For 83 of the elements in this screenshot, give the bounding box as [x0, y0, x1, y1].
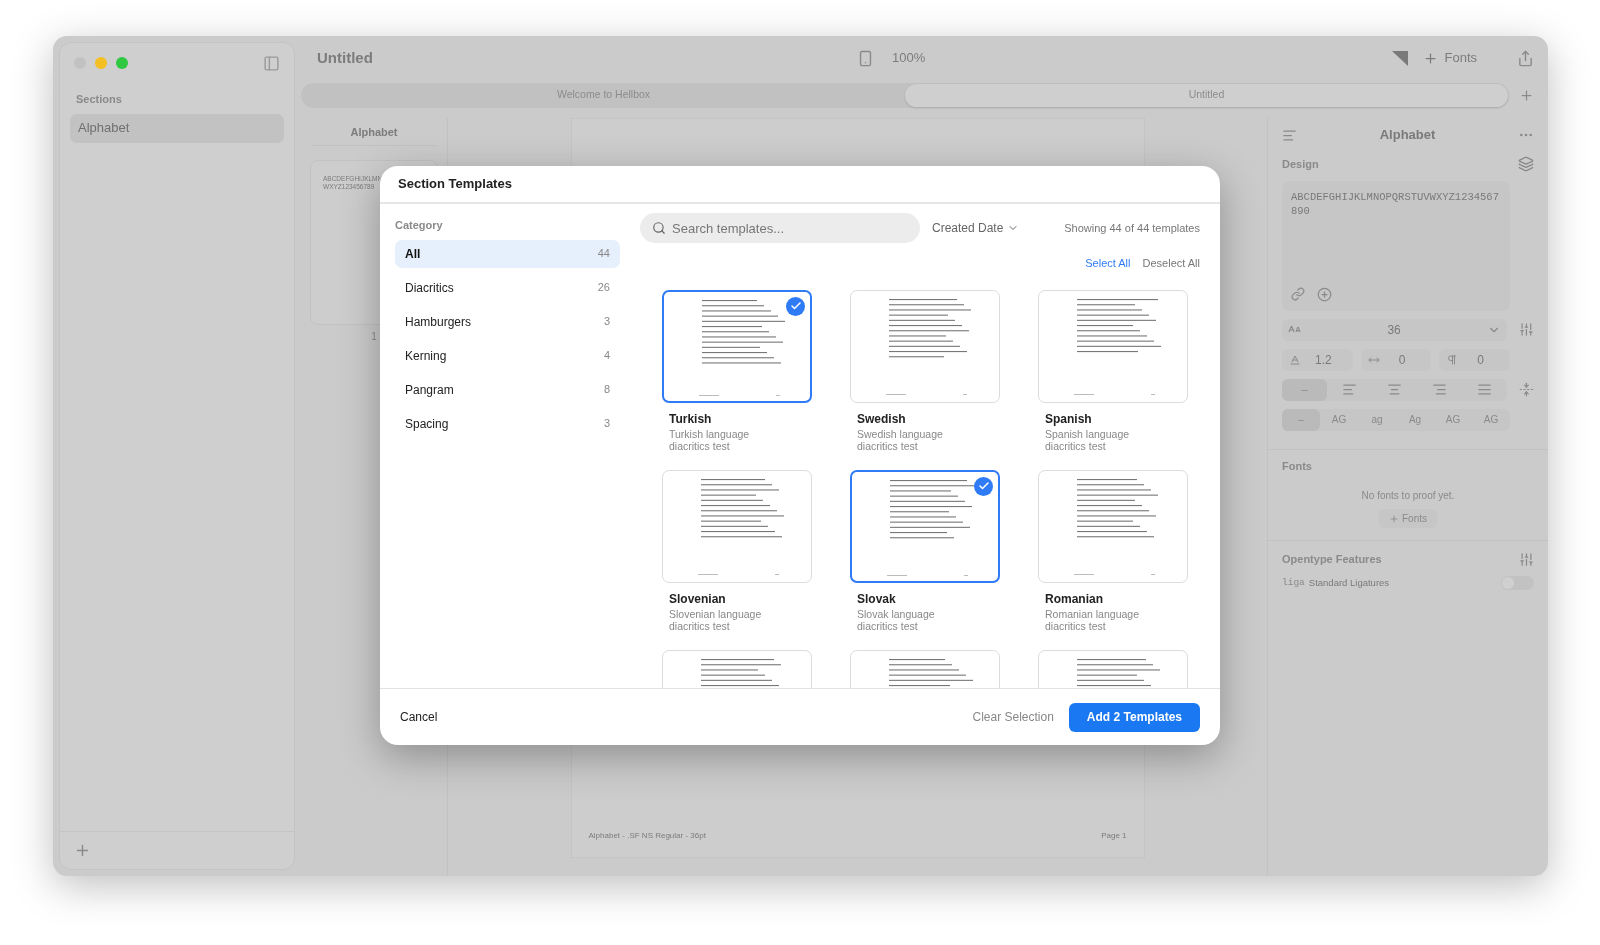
- template-name: Turkish: [669, 410, 713, 428]
- checkmark-icon: [786, 296, 805, 316]
- document-tab[interactable]: Untitled: [905, 83, 1508, 107]
- search-field[interactable]: Search templates...: [640, 213, 920, 243]
- sidebar-toggle-icon[interactable]: [263, 54, 280, 72]
- template-name: Slovak: [857, 590, 897, 608]
- plus-icon: [1423, 50, 1439, 66]
- link-icon[interactable]: [1291, 286, 1305, 301]
- template-name: Romanian: [1045, 590, 1104, 608]
- zoom-window-icon[interactable]: [116, 57, 128, 69]
- font-size-field[interactable]: 36: [1282, 318, 1508, 341]
- add-templates-button[interactable]: Add 2 Templates: [1068, 702, 1200, 732]
- search-icon: [652, 221, 666, 235]
- category-item[interactable]: All 44: [395, 239, 620, 268]
- template-description: Swedish language diacritics test: [857, 427, 944, 452]
- page-icon[interactable]: [857, 49, 874, 67]
- case-option[interactable]: Ag: [1396, 408, 1434, 431]
- align-justify-icon: [1477, 382, 1493, 397]
- add-section-icon[interactable]: [74, 842, 91, 859]
- feature-tag: liga: [1282, 575, 1305, 590]
- sample-text-field[interactable]: ABCDEFGHIJKLMNOPQRSTUVWXYZ1234567890: [1282, 180, 1510, 311]
- pilcrow-icon: [1446, 353, 1459, 366]
- sort-dropdown[interactable]: Created Date: [932, 219, 1020, 237]
- zoom-level[interactable]: 100%: [892, 48, 926, 68]
- inspector-title: Alphabet: [1378, 126, 1437, 145]
- template-name: Slovenian: [669, 590, 727, 608]
- feature-label: Standard Ligatures: [1308, 575, 1391, 590]
- page-footer-number: Page 1: [1101, 830, 1127, 842]
- template-description: Spanish language diacritics test: [1045, 427, 1131, 452]
- case-option[interactable]: –: [1282, 408, 1320, 431]
- line-height-field[interactable]: 1.2: [1282, 348, 1353, 371]
- category-item[interactable]: Spacing 3: [395, 409, 620, 438]
- sidebar-heading: Sections: [75, 92, 123, 107]
- sliders-icon[interactable]: [1519, 551, 1534, 567]
- deselect-all-link[interactable]: Deselect All: [1142, 255, 1200, 272]
- line-height-icon: [1289, 353, 1301, 366]
- line-height-value: 1.2: [1314, 351, 1333, 369]
- tracking-value: 0: [1397, 351, 1407, 369]
- template-description: Romanian language diacritics test: [1045, 607, 1140, 632]
- plus-icon: [1389, 513, 1399, 524]
- add-fonts-button[interactable]: Fonts: [1379, 509, 1437, 528]
- add-circle-icon[interactable]: [1317, 286, 1332, 302]
- template-description: Turkish language diacritics test: [669, 427, 751, 452]
- outline-icon[interactable]: [1282, 127, 1297, 143]
- align-right-icon: [1432, 382, 1448, 397]
- stack-icon[interactable]: [1518, 156, 1534, 173]
- template-count: Showing 44 of 44 templates: [1064, 220, 1200, 236]
- font-size-value: 36: [1386, 321, 1402, 339]
- paragraph-spacing-field[interactable]: 0: [1439, 348, 1510, 371]
- share-icon[interactable]: [1517, 49, 1534, 67]
- sample-text: ABCDEFGHIJKLMNOPQRSTUVWXYZ1234567890: [1291, 189, 1500, 218]
- category-item[interactable]: Kerning 4: [395, 341, 620, 370]
- opentype-heading: Opentype Features: [1282, 552, 1383, 567]
- vertical-align-icon[interactable]: [1519, 382, 1534, 397]
- category-item[interactable]: Pangram 8: [395, 375, 620, 404]
- empty-fonts-message: No fonts to proof yet.: [1361, 489, 1455, 503]
- sidebar-item[interactable]: Alphabet: [70, 113, 284, 143]
- align-center-icon: [1387, 382, 1403, 397]
- align-left-icon: [1342, 382, 1358, 397]
- fonts-heading: Fonts: [1282, 458, 1312, 474]
- clear-selection-button[interactable]: Clear Selection: [972, 708, 1054, 726]
- design-heading: Design: [1282, 157, 1320, 172]
- minimize-window-icon[interactable]: [95, 57, 107, 69]
- alignment-option[interactable]: –: [1282, 378, 1328, 401]
- new-tab-icon[interactable]: [1519, 87, 1534, 103]
- template-description: Slovak language diacritics test: [857, 607, 936, 632]
- select-all-link[interactable]: Select All: [1085, 255, 1131, 272]
- paragraph-spacing-value: 0: [1476, 351, 1485, 369]
- cancel-button[interactable]: Cancel: [400, 708, 438, 726]
- triangle-icon[interactable]: [1391, 49, 1410, 67]
- page-footer-text: Alphabet - .SF NS Regular - 36pt: [588, 830, 706, 842]
- sliders-icon[interactable]: [1519, 322, 1534, 337]
- template-description: Slovenian language diacritics test: [669, 607, 763, 632]
- case-option[interactable]: AG: [1320, 408, 1358, 431]
- case-option[interactable]: AG: [1434, 408, 1472, 431]
- template-name: Swedish: [857, 410, 907, 428]
- case-option[interactable]: AG: [1472, 408, 1510, 431]
- checkmark-icon: [974, 476, 993, 496]
- template-name: Spanish: [1045, 410, 1093, 428]
- tracking-field[interactable]: 0: [1360, 348, 1432, 371]
- document-title: Untitled: [317, 47, 374, 68]
- add-fonts-button[interactable]: Fonts: [1423, 48, 1477, 68]
- thumbnail-heading: Alphabet: [312, 124, 436, 146]
